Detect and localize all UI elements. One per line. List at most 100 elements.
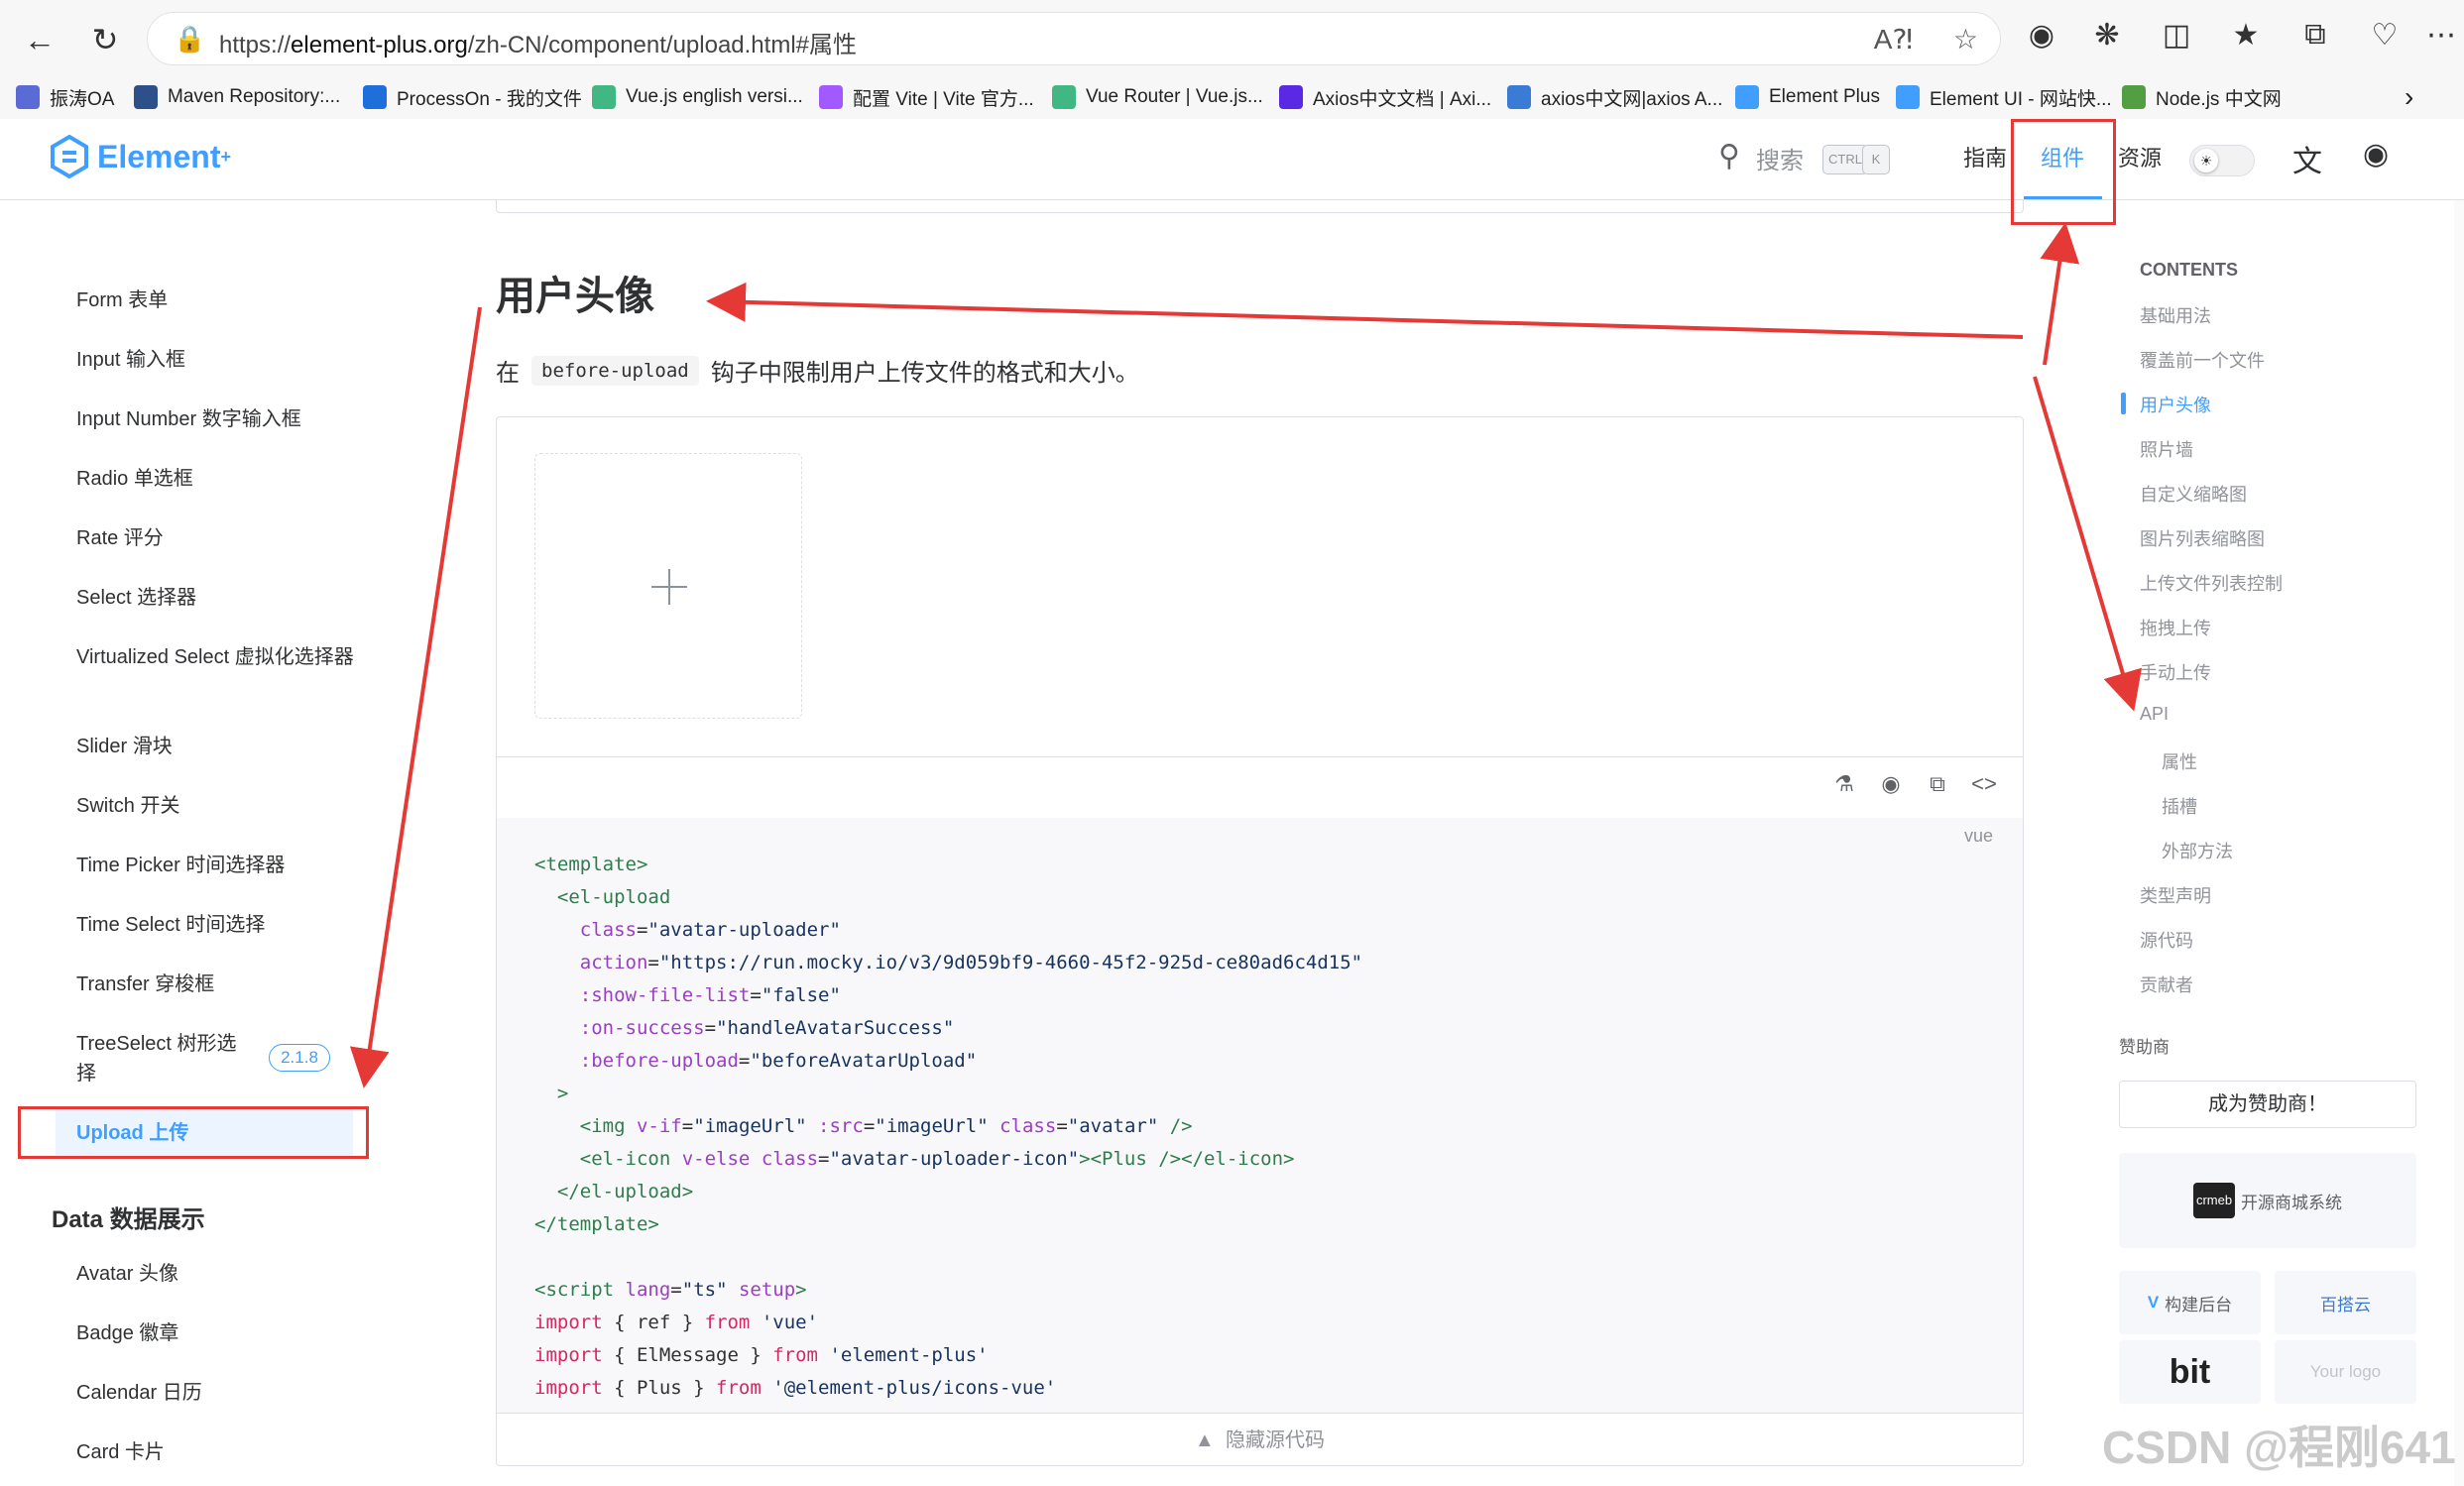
become-sponsor-button[interactable]: 成为赞助商！ [2119, 1081, 2416, 1128]
bookmark-item[interactable]: axios中文网|axios A... [1507, 79, 1722, 115]
toc-item[interactable]: 拖拽上传 [2140, 615, 2211, 640]
sidebar-item-select[interactable]: Select 选择器 [76, 583, 354, 613]
sidebar-item-form[interactable]: Form 表单 [76, 286, 354, 315]
kbd-k: K [1862, 145, 1890, 174]
sun-icon: ☀ [2194, 149, 2218, 172]
v-logo-icon: V [2147, 1293, 2160, 1312]
bookmark-label: ProcessOn - 我的文件 [397, 88, 582, 110]
collections-icon[interactable]: ⧉ [2293, 18, 2337, 52]
toc-item[interactable]: 手动上传 [2140, 659, 2211, 685]
theme-toggle[interactable]: ☀ [2189, 145, 2255, 176]
toc-item[interactable]: 照片墙 [2140, 436, 2193, 462]
toc-item[interactable]: 上传文件列表控制 [2140, 570, 2283, 596]
extensions-puzzle-icon[interactable]: ❋ [2085, 18, 2129, 53]
bookmark-label: 配置 Vite | Vite 官方... [853, 88, 1034, 110]
search-icon[interactable]: ⚲ [1718, 139, 1740, 173]
split-screen-icon[interactable]: ◫ [2155, 18, 2198, 53]
reload-icon[interactable]: ↻ [79, 14, 131, 65]
bookmark-favicon-icon [1896, 85, 1920, 109]
bookmark-favicon-icon [592, 85, 616, 109]
sidebar-item-badge[interactable]: Badge 徽章 [76, 1318, 354, 1348]
bookmark-label: Maven Repository:... [168, 86, 341, 107]
bookmark-label: Vue.js english versi... [626, 86, 803, 107]
bookmark-item[interactable]: Node.js 中文网 [2122, 79, 2282, 115]
github-edit-icon[interactable]: ◉ [1875, 771, 1907, 797]
previous-demo-bottom [496, 200, 2024, 213]
favorite-star-icon[interactable]: ☆ [1953, 23, 1978, 56]
sidebar-group-data: Data 数据展示 [52, 1206, 205, 1233]
view-source-icon[interactable]: <> [1968, 771, 2000, 797]
code-line: > [556, 1083, 569, 1104]
bookmark-item[interactable]: Axios中文文档 | Axi... [1279, 79, 1491, 115]
back-icon[interactable]: ← [14, 14, 65, 65]
sidebar-item-avatar[interactable]: Avatar 头像 [76, 1259, 354, 1289]
browser-essentials-icon[interactable]: ♡ [2363, 18, 2406, 53]
sidebar-item-treeselect[interactable]: TreeSelect 树形选择 [76, 1029, 255, 1088]
code-line: import { ref } from 'vue' [534, 1312, 819, 1333]
sidebar-item-transfer[interactable]: Transfer 穿梭框 [76, 970, 354, 999]
address-bar[interactable]: 🔒 https://element-plus.org/zh-CN/compone… [147, 12, 2001, 65]
toc-item[interactable]: 基础用法 [2140, 302, 2211, 328]
search-label[interactable]: 搜索 [1756, 141, 1804, 175]
hide-source-button[interactable]: ▲ 隐藏源代码 [497, 1413, 2023, 1465]
sidebar-item-time-select[interactable]: Time Select 时间选择 [76, 910, 354, 940]
translate-icon[interactable]: 文 [2292, 137, 2322, 180]
more-menu-icon[interactable]: ⋯ [2419, 18, 2463, 53]
bookmark-item[interactable]: ProcessOn - 我的文件 [363, 79, 582, 115]
copy-icon[interactable]: ⧉ [1922, 771, 1953, 797]
sidebar-item-rate[interactable]: Rate 评分 [76, 523, 354, 553]
toc-item[interactable]: 自定义缩略图 [2140, 481, 2247, 507]
sponsor-bit[interactable]: bit [2119, 1340, 2261, 1404]
sidebar [0, 200, 480, 1486]
toc-item[interactable]: 源代码 [2140, 927, 2193, 953]
code-line: :on-success="handleAvatarSuccess" [579, 1017, 955, 1039]
bookmark-item[interactable]: Vue.js english versi... [592, 79, 803, 115]
code-line: <script lang="ts" setup> [534, 1279, 807, 1301]
code-line: class="avatar-uploader" [579, 919, 841, 941]
element-plus-logo[interactable]: Element + [50, 135, 231, 178]
sidebar-item-calendar[interactable]: Calendar 日历 [76, 1378, 354, 1408]
sponsor-baidayun[interactable]: 百搭云 [2275, 1271, 2416, 1334]
demo-block: ⚗ ◉ ⧉ <> vue <template> <el-upload class… [496, 416, 2024, 1466]
toc-item[interactable]: 贡献者 [2140, 972, 2193, 997]
sidebar-item-virtualized-select[interactable]: Virtualized Select 虚拟化选择器 [76, 642, 354, 672]
bookmark-item[interactable]: 配置 Vite | Vite 官方... [819, 79, 1034, 115]
toc-item[interactable]: 图片列表缩略图 [2140, 525, 2265, 551]
avatar-uploader[interactable] [534, 453, 802, 719]
sidebar-item-time-picker[interactable]: Time Picker 时间选择器 [76, 851, 354, 880]
bookmark-item[interactable]: 振涛OA [16, 79, 114, 115]
toc-item[interactable]: 覆盖前一个文件 [2140, 347, 2265, 373]
favorites-icon[interactable]: ★ [2224, 18, 2268, 53]
bookmark-item[interactable]: Element Plus [1735, 79, 1880, 115]
desc-suffix: 钩子中限制用户上传文件的格式和大小。 [710, 360, 1139, 387]
sponsor-crmeb[interactable]: crmeb 开源商城系统 [2119, 1153, 2416, 1248]
sidebar-item-input-number[interactable]: Input Number 数字输入框 [76, 404, 354, 434]
desc-inline-code: before-upload [531, 355, 699, 386]
toc-item[interactable]: 类型声明 [2140, 882, 2211, 908]
sponsor-your-logo[interactable]: Your logo [2275, 1340, 2416, 1404]
bookmark-item[interactable]: Maven Repository:... [134, 79, 340, 115]
toc-item-api[interactable]: API [2140, 704, 2169, 725]
sponsor-vue-admin[interactable]: V 构建后台 [2119, 1271, 2261, 1334]
sidebar-item-input[interactable]: Input 输入框 [76, 345, 354, 375]
element-logo-icon [51, 135, 88, 178]
sidebar-item-radio[interactable]: Radio 单选框 [76, 464, 354, 494]
bookmarks-overflow-icon[interactable]: › [2405, 79, 2413, 115]
sidebar-item-slider[interactable]: Slider 滑块 [76, 732, 354, 761]
github-icon[interactable]: ◉ [2363, 137, 2389, 171]
bookmark-favicon-icon [1507, 85, 1531, 109]
read-aloud-icon[interactable]: A⁈ [1874, 23, 1913, 56]
playground-icon[interactable]: ⚗ [1828, 771, 1860, 797]
toc-subitem[interactable]: 外部方法 [2162, 838, 2233, 863]
extension-icon[interactable]: ◉ [2020, 18, 2063, 53]
bookmark-item[interactable]: Element UI - 网站快... [1896, 79, 2112, 115]
scrollbar[interactable] [2454, 200, 2464, 1486]
sidebar-item-switch[interactable]: Switch 开关 [76, 791, 354, 821]
nav-resource[interactable]: 资源 [2118, 141, 2162, 172]
toc-item-active[interactable]: 用户头像 [2140, 392, 2211, 417]
toc-subitem[interactable]: 插槽 [2162, 793, 2197, 819]
toc-subitem[interactable]: 属性 [2162, 748, 2197, 774]
bookmark-item[interactable]: Vue Router | Vue.js... [1052, 79, 1263, 115]
sidebar-item-card[interactable]: Card 卡片 [76, 1437, 354, 1467]
nav-guide[interactable]: 指南 [1963, 141, 2007, 172]
